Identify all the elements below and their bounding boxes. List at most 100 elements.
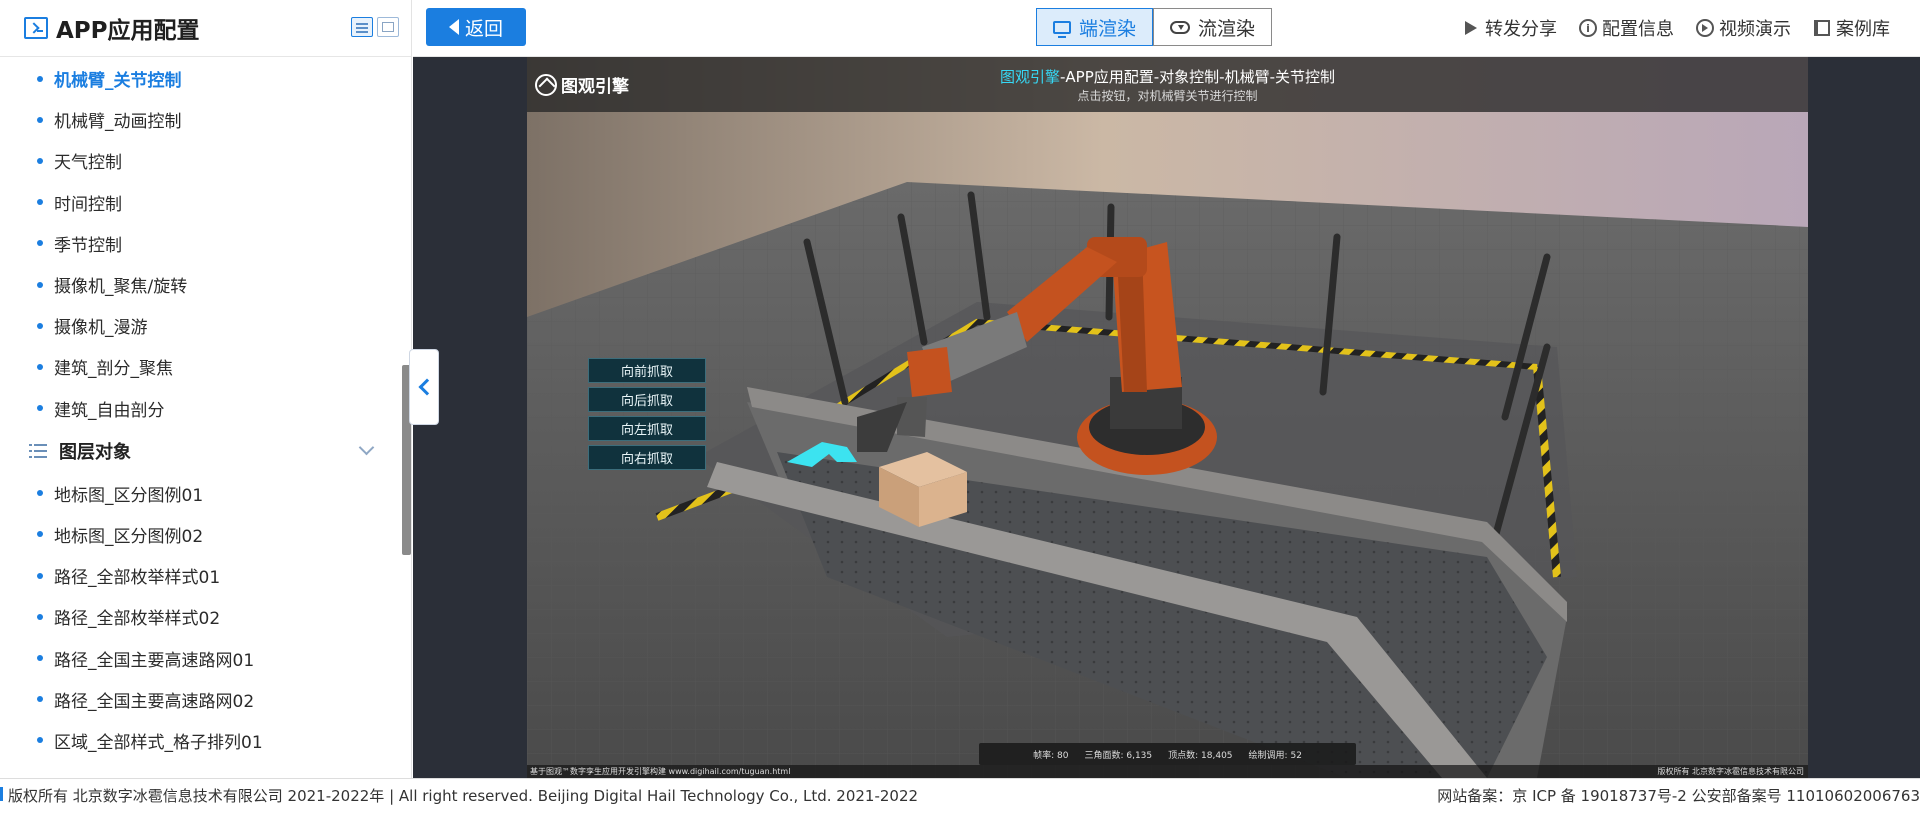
bullet-icon: [37, 490, 43, 497]
cloud-download-icon: [1170, 20, 1191, 34]
sidebar-item-label: 路径_全部枚举样式01: [54, 568, 221, 589]
sidebar-group-label: 图层对象: [59, 441, 131, 463]
drawcall-stat: 绘制调用: 52: [1248, 750, 1302, 761]
sidebar-item-label: 季节控制: [54, 235, 122, 256]
footer-copyright: 版权所有 北京数字冰雹信息技术有限公司 2021-2022年 | All rig…: [8, 787, 919, 805]
stream-render-label: 流渲染: [1198, 17, 1256, 40]
bullet-icon: [37, 655, 43, 662]
bullet-icon: [37, 363, 43, 370]
scene-render: [527, 57, 1808, 778]
scene-title: 图观引擎-APP应用配置-对象控制-机械臂-关节控制: [527, 66, 1808, 87]
monitor-icon: [1053, 20, 1071, 38]
bullet-icon: [37, 696, 43, 703]
sidebar-item[interactable]: 机械臂_关节控制: [0, 58, 400, 99]
back-arrow-icon: [448, 19, 459, 35]
render-mode-toggle: 端渲染 流渲染: [1036, 8, 1273, 46]
bullet-icon: [37, 737, 43, 744]
bullet-icon: [37, 572, 43, 579]
bullet-icon: [37, 613, 43, 620]
library-icon: [1814, 20, 1830, 36]
sidebar-item-label: 建筑_自由剖分: [54, 400, 165, 421]
sidebar-header: APP应用配置: [0, 0, 411, 57]
grab-forward-button[interactable]: 向前抓取: [588, 358, 706, 383]
stream-render-button[interactable]: 流渲染: [1153, 8, 1273, 46]
sidebar-item[interactable]: 摄像机_漫游: [0, 305, 400, 346]
scene-footer-left: 基于图观™数字孪生应用开发引擎构建 www.digihail.com/tugua…: [530, 767, 791, 776]
bullet-icon: [37, 281, 43, 288]
share-label: 转发分享: [1485, 19, 1557, 40]
triangle-stat: 三角面数: 6,135: [1084, 750, 1153, 761]
footer-icp: 网站备案：京 ICP 备 19018737号-2 公安部备案号 11010602…: [1437, 787, 1920, 805]
image-view-icon[interactable]: [377, 17, 399, 37]
video-demo-label: 视频演示: [1719, 19, 1791, 40]
sidebar-item[interactable]: 路径_全国主要高速路网02: [0, 679, 400, 720]
scene-footer: 基于图观™数字孪生应用开发引擎构建 www.digihail.com/tugua…: [527, 765, 1808, 778]
sidebar-item[interactable]: 路径_全国主要高速路网01: [0, 637, 400, 678]
bullet-icon: [37, 199, 43, 206]
sidebar-item[interactable]: 区域_全部样式_格子排列01: [0, 720, 400, 761]
back-button[interactable]: 返回: [426, 8, 526, 46]
sidebar-list: 机械臂_关节控制机械臂_动画控制 天气控制时间控制季节控制摄像机_聚焦/旋转摄像机…: [0, 58, 400, 761]
sidebar-item[interactable]: 建筑_自由剖分: [0, 388, 400, 429]
sidebar-item-label: 天气控制: [54, 153, 122, 174]
client-render-label: 端渲染: [1079, 17, 1137, 40]
sidebar-item[interactable]: 天气控制: [0, 140, 400, 181]
sidebar-item-label: 时间控制: [54, 194, 122, 215]
scene-title-highlight: 图观引擎: [999, 68, 1060, 86]
3d-scene[interactable]: 图观引擎 图观引擎-APP应用配置-对象控制-机械臂-关节控制 点击按钮，对机械…: [527, 57, 1808, 778]
collapse-sidebar-button[interactable]: [409, 349, 439, 425]
list-view-icon[interactable]: [351, 17, 373, 37]
top-actions: 转发分享 i 配置信息 视频演示 案例库: [1462, 0, 1890, 56]
bullet-icon: [37, 116, 43, 123]
sidebar-item-label: 地标图_区分图例01: [54, 485, 204, 506]
sidebar-item-label: 建筑_剖分_聚焦: [54, 359, 173, 380]
sidebar-title: APP应用配置: [56, 18, 200, 44]
share-icon: [1465, 21, 1477, 35]
scene-footer-right: 版权所有 北京数字冰雹信息技术有限公司: [1657, 767, 1804, 776]
grab-right-button[interactable]: 向右抓取: [588, 445, 706, 470]
sidebar-item[interactable]: 季节控制: [0, 223, 400, 264]
terminal-icon: [24, 17, 48, 39]
config-info-label: 配置信息: [1602, 19, 1674, 40]
sidebar-item[interactable]: 建筑_剖分_聚焦: [0, 346, 400, 387]
sidebar-group-layers[interactable]: 图层对象: [0, 429, 400, 473]
sidebar-item-label: 路径_全国主要高速路网01: [54, 650, 255, 671]
sidebar-item-label: 摄像机_聚焦/旋转: [54, 277, 188, 298]
video-demo-button[interactable]: 视频演示: [1696, 15, 1791, 41]
sidebar-item[interactable]: 摄像机_聚焦/旋转: [0, 264, 400, 305]
bullet-icon: [37, 405, 43, 412]
bullet-icon: [37, 75, 43, 82]
bullet-icon: [37, 531, 43, 538]
sidebar-item-label: 机械臂_动画控制: [54, 112, 182, 133]
scene-header: 图观引擎 图观引擎-APP应用配置-对象控制-机械臂-关节控制 点击按钮，对机械…: [527, 57, 1808, 112]
config-info-button[interactable]: i 配置信息: [1579, 15, 1674, 41]
page-footer: 版权所有 北京数字冰雹信息技术有限公司 2021-2022年 | All rig…: [0, 778, 1920, 821]
sidebar-item[interactable]: 地标图_区分图例02: [0, 514, 400, 555]
sidebar-item-label: 路径_全部枚举样式02: [54, 609, 221, 630]
vertex-stat: 顶点数: 18,405: [1168, 750, 1233, 761]
grab-backward-button[interactable]: 向后抓取: [588, 387, 706, 412]
bullet-icon: [37, 157, 43, 164]
sidebar-item-label: 路径_全国主要高速路网02: [54, 691, 255, 712]
fps-stat: 帧率: 80: [1033, 750, 1069, 761]
share-button[interactable]: 转发分享: [1462, 15, 1557, 41]
scene-subtitle: 点击按钮，对机械臂关节进行控制: [1077, 89, 1258, 103]
back-button-label: 返回: [464, 17, 503, 40]
chevron-down-icon[interactable]: [358, 439, 375, 455]
footer-accent: [0, 787, 3, 801]
sidebar-item[interactable]: 时间控制: [0, 182, 400, 223]
chevron-left-icon: [418, 378, 436, 396]
sidebar-item[interactable]: 路径_全部枚举样式02: [0, 596, 400, 637]
sidebar: APP应用配置 机械臂_关节控制机械臂_动画控制 天气控制时间控制季节控制摄像机_…: [0, 0, 412, 778]
scene-title-rest: -APP应用配置-对象控制-机械臂-关节控制: [1060, 68, 1336, 86]
sidebar-item[interactable]: 地标图_区分图例01: [0, 473, 400, 514]
sidebar-item[interactable]: 路径_全部枚举样式01: [0, 555, 400, 596]
list-icon: [29, 443, 47, 458]
bullet-icon: [37, 240, 43, 247]
play-icon: [1696, 19, 1714, 37]
client-render-button[interactable]: 端渲染: [1036, 8, 1154, 46]
grab-left-button[interactable]: 向左抓取: [588, 416, 706, 441]
sidebar-item[interactable]: 机械臂_动画控制: [0, 99, 400, 140]
case-library-button[interactable]: 案例库: [1813, 15, 1890, 41]
info-icon: i: [1579, 19, 1597, 37]
